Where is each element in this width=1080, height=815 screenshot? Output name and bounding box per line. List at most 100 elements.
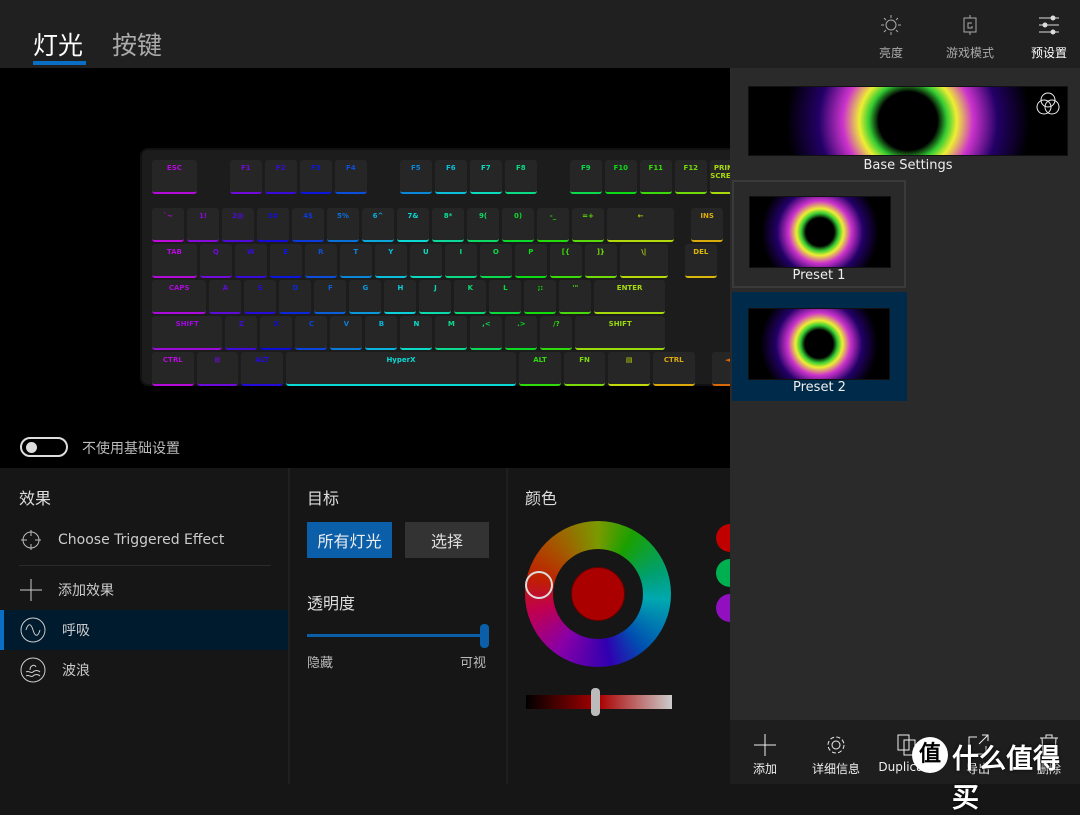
key[interactable]: \|: [619, 244, 668, 278]
key[interactable]: ENTER: [594, 280, 665, 314]
key[interactable]: 0): [502, 208, 534, 242]
key[interactable]: 5%: [327, 208, 359, 242]
preset-1[interactable]: Preset 1: [732, 180, 906, 288]
preset-base-settings[interactable]: Base Settings: [748, 86, 1068, 173]
key[interactable]: Y: [374, 244, 407, 278]
key[interactable]: /?: [540, 316, 573, 350]
key[interactable]: H: [384, 280, 417, 314]
key[interactable]: K: [454, 280, 487, 314]
key[interactable]: F4: [334, 160, 367, 194]
key[interactable]: '": [559, 280, 592, 314]
add-preset-button[interactable]: 添加: [730, 734, 800, 777]
opacity-slider-thumb[interactable]: [480, 624, 489, 648]
key[interactable]: 3#: [257, 208, 289, 242]
opacity-slider-track[interactable]: [307, 634, 487, 637]
key[interactable]: F7: [469, 160, 502, 194]
key[interactable]: P: [514, 244, 547, 278]
key[interactable]: O: [479, 244, 512, 278]
all-lights-button[interactable]: 所有灯光: [307, 522, 392, 558]
key[interactable]: F8: [504, 160, 537, 194]
key[interactable]: D: [279, 280, 312, 314]
color-wheel-handle[interactable]: [525, 571, 553, 599]
key[interactable]: `~: [152, 208, 184, 242]
key[interactable]: F12: [674, 160, 707, 194]
key[interactable]: 8*: [432, 208, 464, 242]
key[interactable]: ⊞: [196, 352, 239, 386]
game-mode-button[interactable]: 游戏模式: [930, 14, 1010, 61]
select-button[interactable]: 选择: [405, 522, 489, 558]
key[interactable]: ALT: [519, 352, 561, 386]
key[interactable]: S: [244, 280, 277, 314]
color-swatch-red[interactable]: [716, 524, 730, 552]
key[interactable]: W: [234, 244, 267, 278]
key[interactable]: 9(: [467, 208, 499, 242]
key[interactable]: CAPS: [152, 280, 207, 314]
key[interactable]: HyperX: [285, 352, 517, 386]
key[interactable]: -_: [537, 208, 569, 242]
key[interactable]: F9: [569, 160, 602, 194]
key[interactable]: V: [330, 316, 363, 350]
key[interactable]: U: [409, 244, 442, 278]
key[interactable]: T: [339, 244, 372, 278]
key[interactable]: L: [489, 280, 522, 314]
key[interactable]: A: [209, 280, 242, 314]
color-swatch-purple[interactable]: [716, 594, 730, 622]
key[interactable]: INS: [691, 208, 724, 242]
key[interactable]: F2: [264, 160, 297, 194]
effect-wave[interactable]: 波浪: [0, 650, 288, 690]
key[interactable]: X: [260, 316, 293, 350]
key[interactable]: G: [349, 280, 382, 314]
tab-lighting[interactable]: 灯光: [33, 26, 83, 62]
key[interactable]: R: [304, 244, 337, 278]
key[interactable]: Q: [199, 244, 232, 278]
color-wheel[interactable]: [525, 521, 671, 667]
key[interactable]: DEL: [684, 244, 717, 278]
key[interactable]: ▤: [608, 352, 650, 386]
key[interactable]: ALT: [241, 352, 283, 386]
key[interactable]: ESC: [152, 160, 197, 194]
key[interactable]: B: [365, 316, 398, 350]
key[interactable]: ;:: [524, 280, 557, 314]
base-settings-toggle[interactable]: [20, 437, 68, 457]
key[interactable]: SHIFT: [575, 316, 665, 350]
key[interactable]: F1: [229, 160, 262, 194]
key[interactable]: E: [269, 244, 302, 278]
key[interactable]: N: [400, 316, 433, 350]
key[interactable]: F3: [299, 160, 332, 194]
key[interactable]: ,<: [470, 316, 503, 350]
key[interactable]: [{: [549, 244, 582, 278]
key[interactable]: F5: [399, 160, 432, 194]
key[interactable]: F6: [434, 160, 467, 194]
details-button[interactable]: 详细信息: [801, 734, 871, 777]
key[interactable]: F10: [604, 160, 637, 194]
key[interactable]: .>: [505, 316, 538, 350]
key[interactable]: CTRL: [152, 352, 194, 386]
presets-button[interactable]: 预设置: [1009, 14, 1080, 61]
key[interactable]: I: [444, 244, 477, 278]
preset-2[interactable]: Preset 2: [732, 292, 907, 401]
tab-keys[interactable]: 按键: [112, 26, 162, 62]
key[interactable]: C: [295, 316, 328, 350]
add-effect-button[interactable]: 添加效果: [0, 570, 288, 610]
choose-triggered-effect[interactable]: Choose Triggered Effect: [0, 520, 288, 560]
key[interactable]: 7&: [397, 208, 429, 242]
key[interactable]: 6^: [362, 208, 394, 242]
key[interactable]: 1!: [187, 208, 219, 242]
key[interactable]: 4$: [292, 208, 324, 242]
key[interactable]: M: [435, 316, 468, 350]
key[interactable]: ◄: [711, 352, 730, 386]
key[interactable]: TAB: [152, 244, 197, 278]
key[interactable]: PRINT SCREEN: [709, 160, 730, 194]
brightness-button[interactable]: 亮度: [851, 14, 931, 61]
key[interactable]: F: [314, 280, 347, 314]
color-swatch-green[interactable]: [716, 559, 730, 587]
key[interactable]: 2@: [222, 208, 254, 242]
key[interactable]: =+: [572, 208, 604, 242]
key[interactable]: ←: [607, 208, 675, 242]
key[interactable]: Z: [225, 316, 258, 350]
key[interactable]: FN: [563, 352, 606, 386]
effect-breathing[interactable]: 呼吸: [0, 610, 288, 650]
key[interactable]: SHIFT: [152, 316, 223, 350]
key[interactable]: J: [419, 280, 452, 314]
key[interactable]: CTRL: [652, 352, 695, 386]
